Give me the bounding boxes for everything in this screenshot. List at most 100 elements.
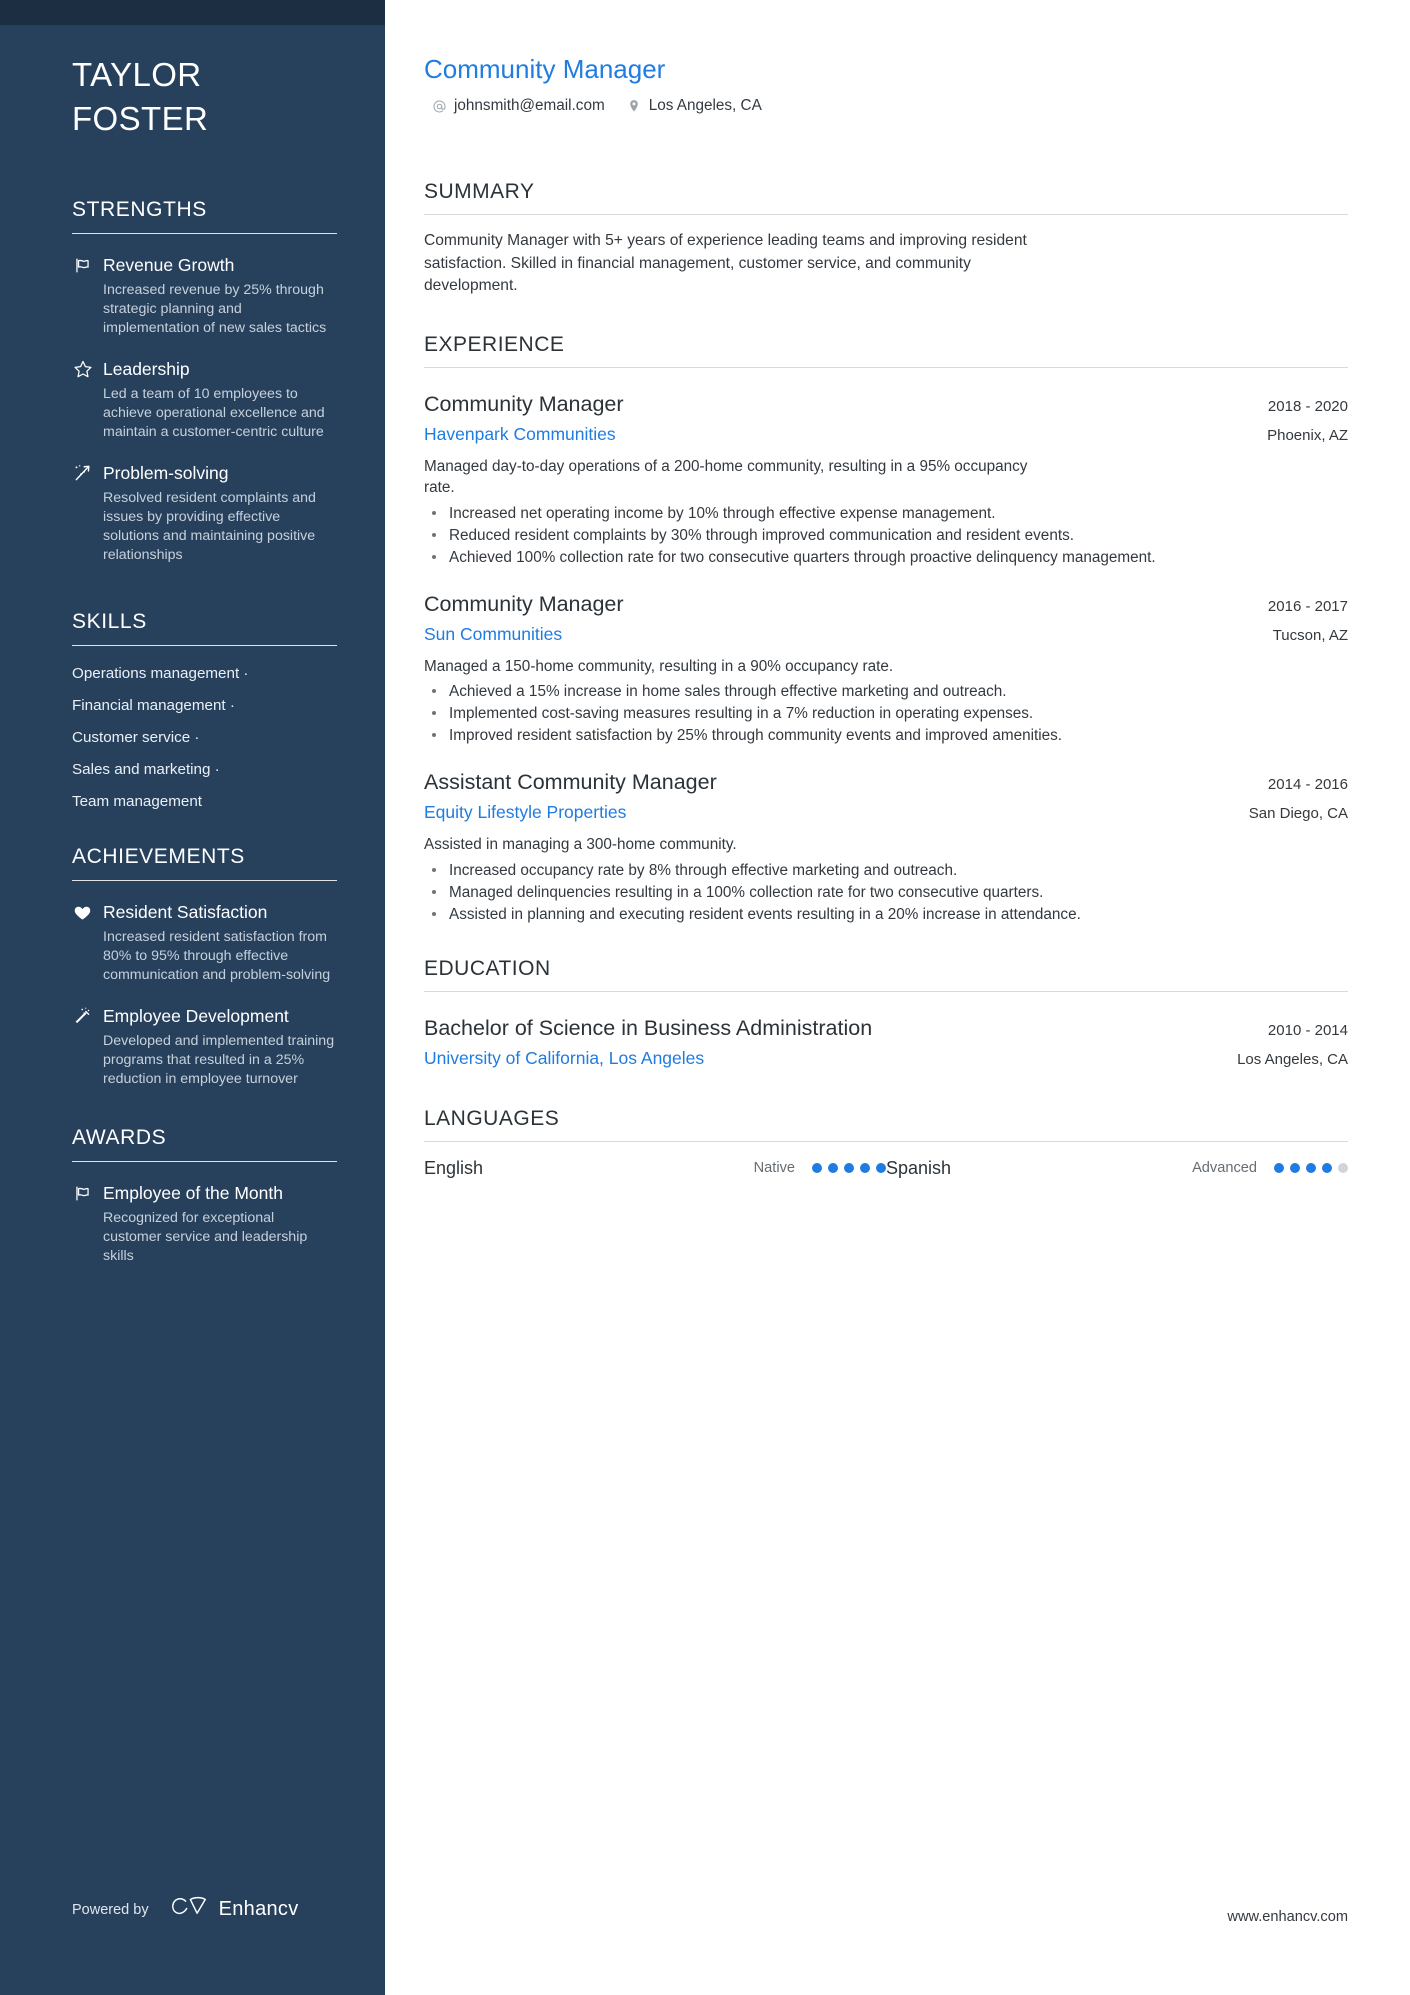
experience-entry: Community Manager 2018 - 2020 Havenpark … [424,390,1348,568]
strengths-heading: STRENGTHS [72,198,207,221]
experience-bullets: Increased occupancy rate by 8% through e… [424,860,1348,925]
language-item: English Native [424,1158,886,1179]
experience-organization[interactable]: Equity Lifestyle Properties [424,800,626,824]
strength-description: Led a team of 10 employees to achieve op… [103,386,325,440]
experience-title: Community Manager [424,591,624,616]
contact-email[interactable]: johnsmith@email.com [432,97,605,115]
education-title: Bachelor of Science in Business Administ… [424,1015,873,1040]
flag-icon [72,255,93,276]
last-name: FOSTER [72,100,209,137]
skill-item: Operations management · [72,665,249,682]
experience-date: 2014 - 2016 [1267,776,1348,793]
skills-heading: SKILLS [72,610,147,633]
rating-dot [844,1163,854,1173]
rating-dot [1306,1163,1316,1173]
strength-item: Problem-solving Resolved resident compla… [72,461,337,565]
resume-page: TAYLOR FOSTER STRENGTHS Revenue Growth I… [0,0,1410,1995]
strength-item: Revenue Growth Increased revenue by 25% … [72,253,337,338]
bullet-item: Managed delinquencies resulting in a 100… [424,882,1348,903]
skill-item: Financial management · [72,697,235,714]
experience-title: Community Manager [424,391,624,416]
awards-heading: AWARDS [72,1126,167,1149]
language-level: Advanced [1192,1160,1257,1176]
section-divider [424,990,1348,992]
strength-item: Leadership Led a team of 10 employees to… [72,357,337,442]
main-content: Community Manager johnsmith@email.com Lo… [385,0,1410,1995]
rating-dot [812,1163,822,1173]
experience-entry: Community Manager 2016 - 2017 Sun Commun… [424,590,1348,747]
at-icon [432,99,447,114]
experience-description: Managed a 150-home community, resulting … [424,657,894,675]
achievement-description: Increased resident satisfaction from 80%… [103,929,331,983]
rating-dot [828,1163,838,1173]
rating-dot [1322,1163,1332,1173]
languages-row: English Native Spanish Advanced [424,1158,1348,1179]
bullet-item: Reduced resident complaints by 30% throu… [424,525,1348,546]
education-heading: EDUCATION [424,956,551,980]
experience-section: EXPERIENCE Community Manager 2018 - 2020… [424,331,1348,925]
achievements-section: ACHIEVEMENTS Resident Satisfaction Incre… [72,844,337,1089]
award-description: Recognized for exceptional customer serv… [103,1210,308,1264]
achievement-description: Developed and implemented training progr… [103,1033,335,1087]
achievement-item: Resident Satisfaction Increased resident… [72,900,337,985]
contact-location: Los Angeles, CA [627,97,762,115]
heart-icon [72,902,93,923]
strength-title: Revenue Growth [103,255,235,275]
page-title: Community Manager [424,54,666,84]
location-pin-icon [627,99,642,114]
language-rating-dots [1274,1163,1348,1173]
sparkle-arrow-icon [72,463,93,484]
awards-section: AWARDS Employee of the Month Recognized … [72,1125,337,1266]
powered-by-label: Powered by [72,1901,149,1918]
bullet-item: Achieved a 15% increase in home sales th… [424,681,1348,702]
bullet-item: Assisted in planning and executing resid… [424,904,1348,925]
section-divider [72,1161,337,1162]
language-name: Spanish [886,1157,952,1178]
brand-name: Enhancv [218,1898,299,1920]
achievement-item: Employee Development Developed and imple… [72,1004,337,1089]
languages-heading: LANGUAGES [424,1106,560,1130]
skills-section: SKILLS Operations management · Financial… [72,609,337,812]
site-url: www.enhancv.com [1227,1909,1348,1925]
rating-dot [1290,1163,1300,1173]
experience-organization[interactable]: Sun Communities [424,622,562,646]
flag-icon [72,1183,93,1204]
experience-bullets: Achieved a 15% increase in home sales th… [424,681,1348,746]
contact-email-text: johnsmith@email.com [454,97,605,114]
section-divider [72,880,337,881]
language-rating-dots [812,1163,886,1173]
first-name: TAYLOR [72,56,202,93]
summary-heading: SUMMARY [424,180,535,203]
star-icon [72,359,93,380]
education-location: Los Angeles, CA [1237,1050,1348,1068]
section-divider [72,645,337,646]
strengths-section: STRENGTHS Revenue Growth Increased reven… [72,197,337,565]
experience-organization[interactable]: Havenpark Communities [424,422,616,446]
experience-date: 2016 - 2017 [1267,597,1348,615]
education-organization[interactable]: University of California, Los Angeles [424,1046,704,1070]
contact-row: johnsmith@email.com Los Angeles, CA [424,97,1348,115]
strength-description: Resolved resident complaints and issues … [103,490,316,563]
award-item: Employee of the Month Recognized for exc… [72,1181,337,1266]
experience-location: Phoenix, AZ [1267,426,1348,444]
language-name: English [424,1157,484,1178]
rating-dot-empty [1338,1163,1348,1173]
experience-location: San Diego, CA [1248,805,1348,822]
section-divider [424,214,1348,215]
skill-item: Team management [72,793,203,810]
candidate-name: TAYLOR FOSTER [72,0,337,141]
experience-description: Assisted in managing a 300-home communit… [424,836,737,853]
bullet-item: Achieved 100% collection rate for two co… [424,547,1348,568]
achievement-title: Resident Satisfaction [103,902,268,922]
strength-title: Leadership [103,359,190,379]
strength-title: Problem-solving [103,463,229,483]
section-divider [72,233,337,234]
education-date: 2010 - 2014 [1267,1021,1348,1039]
skill-item: Sales and marketing · [72,761,220,778]
summary-section: SUMMARY Community Manager with 5+ years … [424,178,1348,298]
magic-wand-icon [72,1006,93,1027]
sidebar: TAYLOR FOSTER STRENGTHS Revenue Growth I… [0,0,385,1995]
bullet-item: Implemented cost-saving measures resulti… [424,703,1348,724]
powered-by-footer: Powered by Enhancv [72,1894,299,1925]
section-divider [424,366,1348,368]
